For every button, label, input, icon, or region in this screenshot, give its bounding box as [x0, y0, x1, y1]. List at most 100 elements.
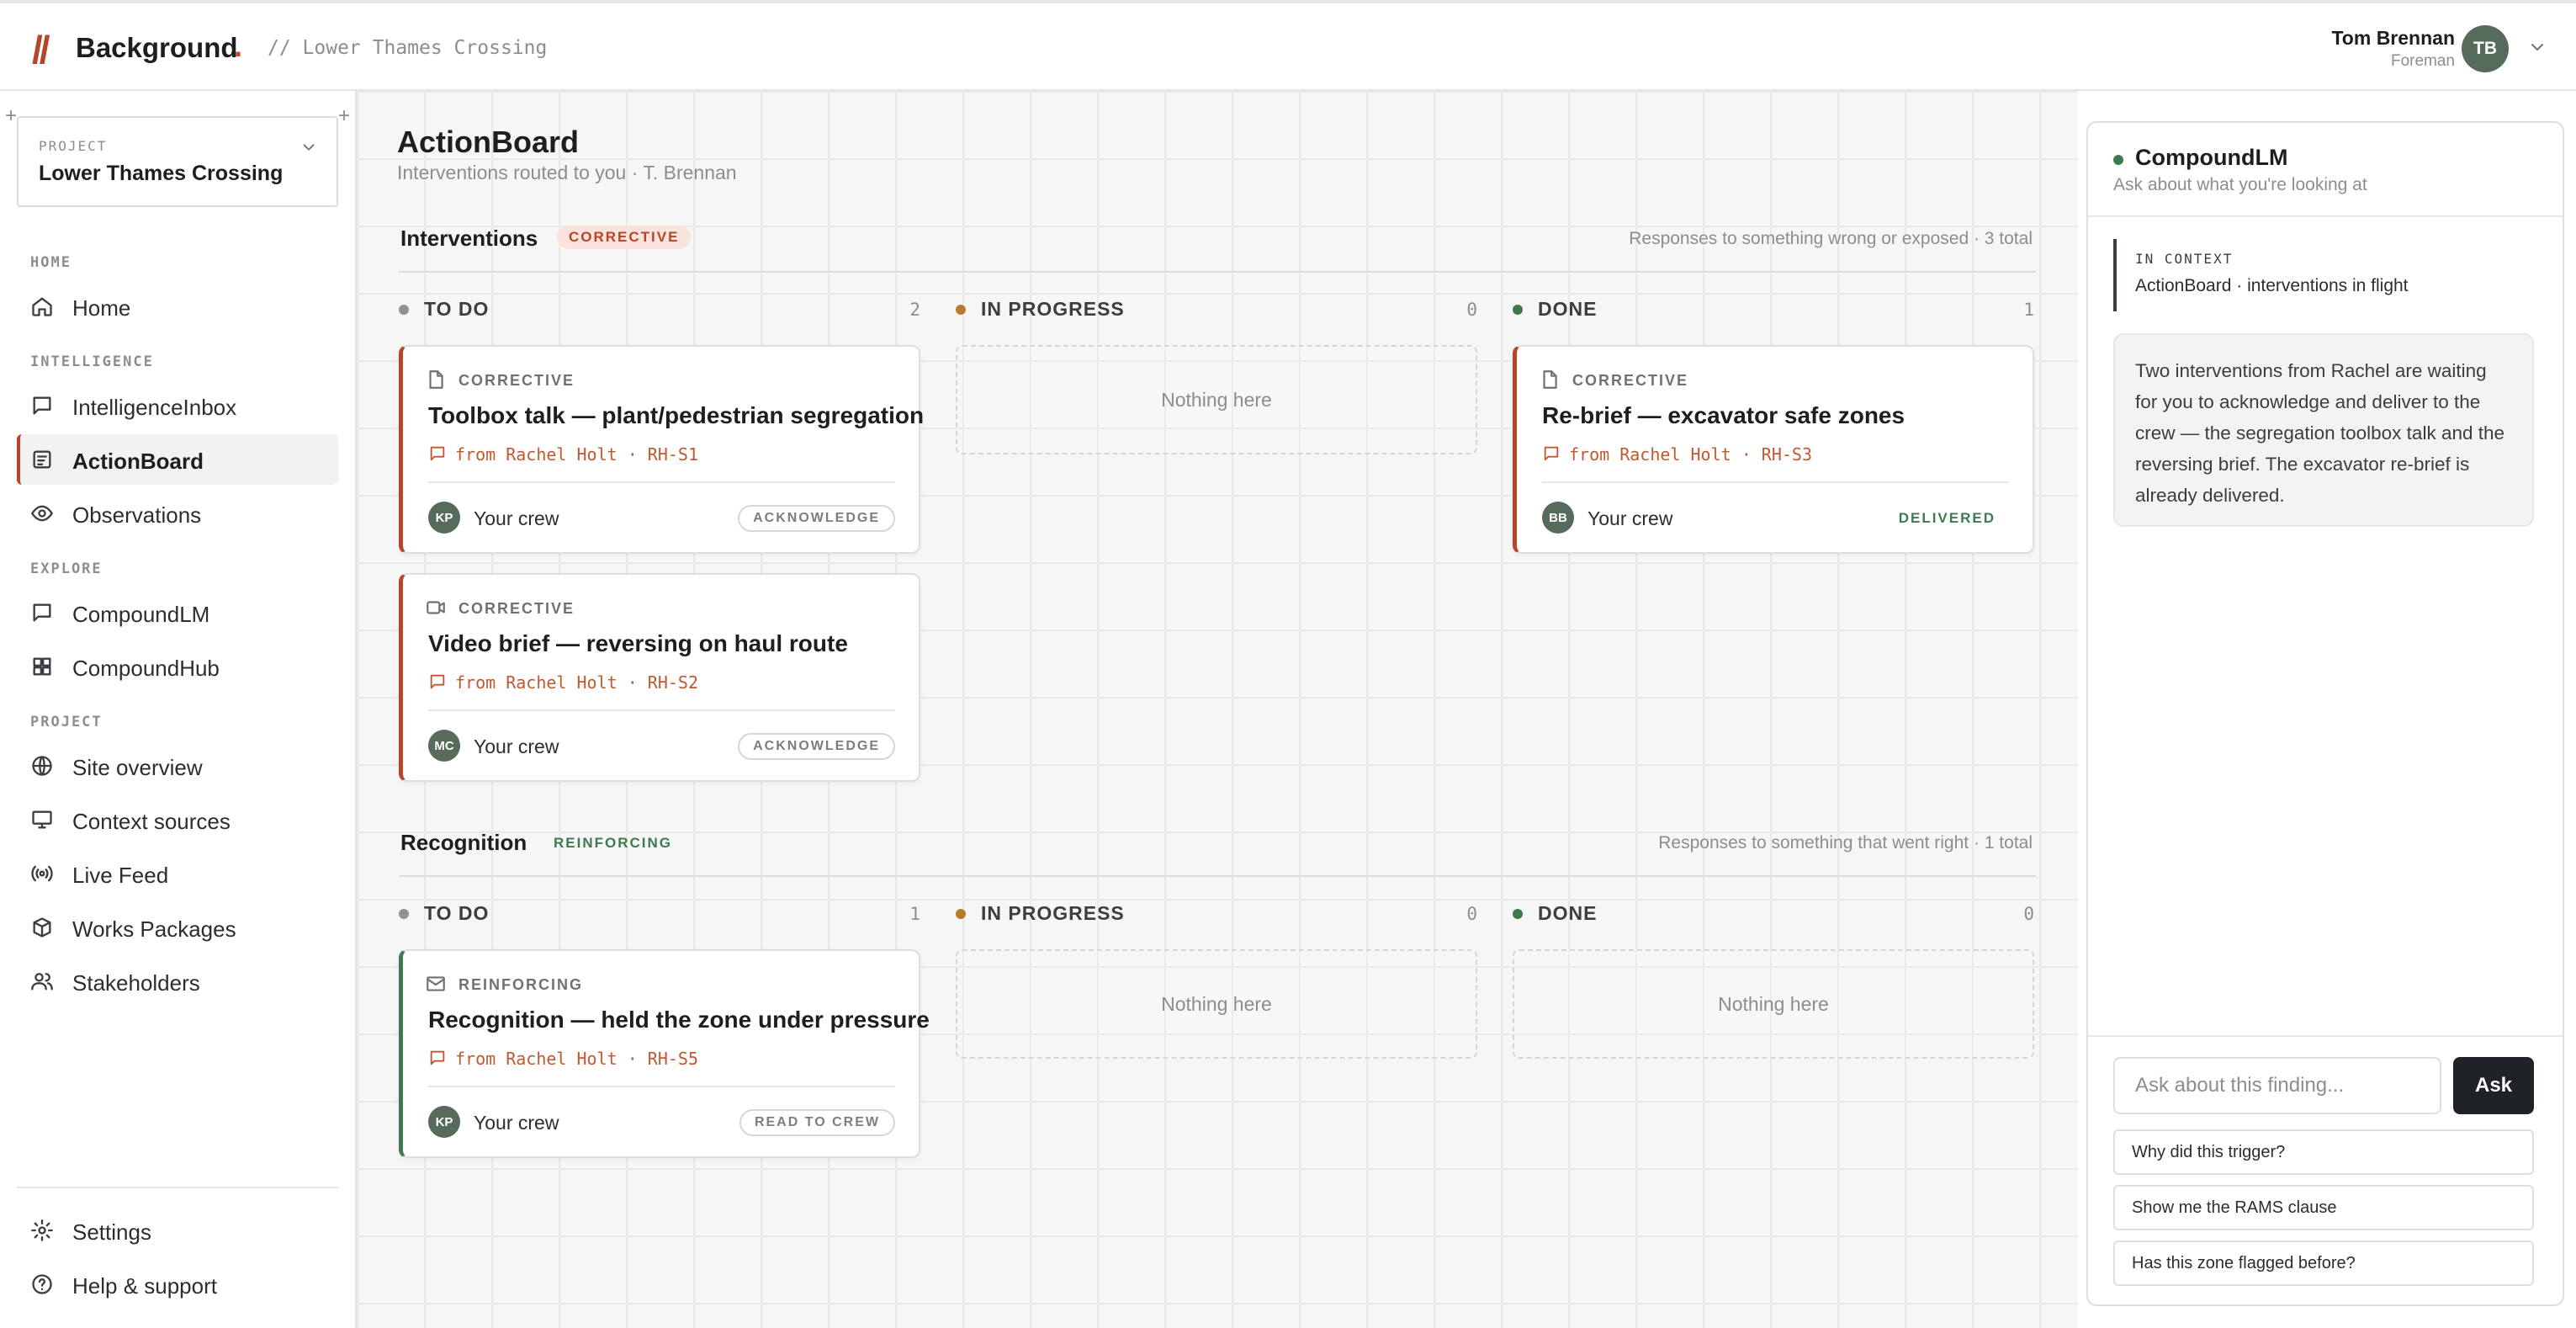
card-crew: Your crew [474, 1112, 559, 1134]
column-header-in-progress: IN PROGRESS 0 [956, 298, 1477, 321]
eye-icon [31, 505, 53, 522]
sidebar-item-compoundlm[interactable]: CompoundLM [17, 587, 338, 638]
status-dot [1513, 908, 1523, 919]
sidebar-item-home[interactable]: Home [17, 281, 338, 332]
card-crew: Your crew [474, 507, 559, 529]
intervention-card[interactable]: CORRECTIVE Re-brief — excavator safe zon… [1513, 345, 2034, 554]
sidebar-item-works-packages[interactable]: Works Packages [17, 902, 338, 953]
empty-column-placeholder: Nothing here [1513, 949, 2034, 1059]
status-dot [399, 908, 409, 919]
sidebar-divider [17, 1187, 338, 1188]
column-count: 1 [909, 903, 920, 924]
acknowledge-button[interactable]: ACKNOWLEDGE [738, 733, 895, 760]
avatar: MC [428, 730, 460, 762]
avatar: BB [1542, 502, 1574, 534]
chat-title: CompoundLM [2135, 145, 2288, 170]
column-label: IN PROGRESS [981, 902, 1125, 924]
assistant-message: Two interventions from Rachel are waitin… [2113, 333, 2534, 527]
section-meta: Responses to something wrong or exposed … [1629, 229, 2033, 248]
ask-button[interactable]: Ask [2453, 1057, 2534, 1114]
suggestion-zone-history[interactable]: Has this zone flagged before? [2113, 1240, 2534, 1286]
project-selector[interactable]: + + PROJECT Lower Thames Crossing [5, 106, 350, 207]
acknowledge-button[interactable]: ACKNOWLEDGE [738, 505, 895, 532]
grid-icon [33, 657, 51, 676]
column-header-done: DONE 0 [1513, 902, 2034, 925]
message-icon [430, 446, 445, 461]
read-to-crew-button[interactable]: READ TO CREW [739, 1109, 895, 1136]
status-dot [1513, 304, 1523, 315]
sidebar-item-actionboard[interactable]: ActionBoard [17, 434, 338, 485]
section-badge-reinforcing: REINFORCING [554, 835, 672, 851]
message-icon [430, 1050, 445, 1065]
main-content: ActionBoard Interventions routed to you … [357, 91, 2078, 1328]
top-bar: // Background . // Lower Thames Crossing… [0, 0, 2576, 91]
project-kicker: PROJECT [39, 138, 108, 154]
sidebar-item-stakeholders[interactable]: Stakeholders [17, 956, 338, 1007]
card-title: Recognition — held the zone under pressu… [428, 1007, 930, 1033]
sidebar-item-live-feed[interactable]: Live Feed [17, 848, 338, 899]
inbox-icon [33, 396, 51, 415]
brand-name: Background [76, 32, 238, 63]
sidebar-item-label: Works Packages [72, 916, 236, 942]
sidebar-item-intelligence-inbox[interactable]: IntelligenceInbox [17, 380, 338, 431]
column-header-todo: TO DO 1 [399, 902, 920, 925]
suggestion-rams-clause[interactable]: Show me the RAMS clause [2113, 1185, 2534, 1230]
globe-icon [32, 756, 52, 776]
project-name: Lower Thames Crossing [39, 162, 284, 185]
sidebar-item-observations[interactable]: Observations [17, 488, 338, 539]
brand-dot: . [234, 29, 243, 63]
intervention-card[interactable]: CORRECTIVE Toolbox talk — plant/pedestri… [399, 345, 924, 554]
card-crew: Your crew [474, 736, 559, 757]
card-title: Toolbox talk — plant/pedestrian segregat… [428, 402, 925, 428]
sidebar-item-help[interactable]: Help & support [17, 1259, 338, 1309]
sidebar-item-context-sources[interactable]: Context sources [17, 794, 338, 845]
help-icon [32, 1274, 52, 1294]
chat-subtitle: Ask about what you're looking at [2113, 175, 2367, 194]
section-badge-corrective: CORRECTIVE [557, 226, 692, 249]
column-count: 0 [1466, 299, 1477, 320]
status-dot [956, 304, 966, 315]
intervention-card[interactable]: CORRECTIVE Video brief — reversing on ha… [399, 573, 920, 782]
users-icon [31, 973, 53, 991]
sidebar-item-settings[interactable]: Settings [17, 1205, 338, 1256]
page-subtitle: Interventions routed to you · T. Brennan [397, 162, 737, 183]
status-dot [2113, 155, 2123, 165]
sidebar-item-label: CompoundHub [72, 656, 220, 681]
card-kind: CORRECTIVE [458, 600, 575, 617]
nav-section-intelligence: INTELLIGENCE [30, 353, 154, 370]
sidebar-item-site-overview[interactable]: Site overview [17, 741, 338, 791]
column-count: 1 [2023, 299, 2034, 320]
card-crew: Your crew [1587, 507, 1673, 529]
logo-mark: // [32, 28, 50, 72]
corner-plus-icon: + [337, 104, 350, 127]
column-label: IN PROGRESS [981, 298, 1125, 320]
breadcrumb: // Lower Thames Crossing [268, 37, 548, 59]
column-label: TO DO [424, 298, 490, 320]
sidebar-item-compoundhub[interactable]: CompoundHub [17, 641, 338, 692]
sidebar-item-label: Help & support [72, 1273, 217, 1299]
card-title: Re-brief — excavator safe zones [1542, 402, 1905, 428]
sidebar-item-label: Observations [72, 502, 202, 528]
card-source: from Rachel Holt · RH-S2 [455, 672, 698, 693]
column-label: DONE [1538, 298, 1598, 320]
chat-divider [2088, 1035, 2563, 1037]
avatar: KP [428, 1106, 460, 1138]
corner-plus-icon: + [5, 104, 18, 127]
card-divider [1542, 481, 2009, 483]
sidebar-item-label: Context sources [72, 809, 231, 834]
chevron-down-icon[interactable] [299, 138, 318, 157]
board-icon [33, 450, 51, 469]
column-header-done: DONE 1 [1513, 298, 2034, 321]
ask-input[interactable] [2113, 1057, 2441, 1114]
suggestion-why-trigger[interactable]: Why did this trigger? [2113, 1129, 2534, 1175]
video-icon [427, 601, 445, 614]
user-name[interactable]: Tom Brennan [2331, 27, 2455, 50]
package-icon [33, 917, 51, 938]
context-text: ActionBoard · interventions in flight [2135, 276, 2409, 295]
avatar: KP [428, 502, 460, 534]
message-icon [430, 674, 445, 689]
broadcast-icon [31, 865, 53, 882]
recognition-card[interactable]: REINFORCING Recognition — held the zone … [399, 949, 930, 1158]
user-avatar[interactable]: TB [2462, 25, 2509, 72]
chevron-down-icon[interactable] [2527, 37, 2547, 57]
